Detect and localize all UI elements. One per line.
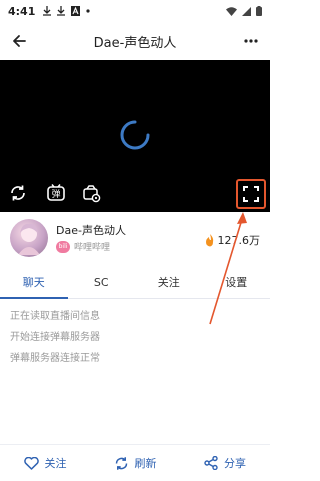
tab-sc[interactable]: SC — [68, 266, 136, 298]
share-label: 分享 — [224, 457, 246, 470]
chat-message: 正在读取直播间信息 — [10, 311, 100, 322]
fullscreen-icon — [243, 186, 259, 202]
loading-spinner-icon — [120, 120, 150, 150]
bottom-action-bar: 关注 刷新 分享 — [0, 444, 270, 481]
player-settings-button[interactable] — [80, 182, 102, 204]
flame-icon — [205, 233, 213, 246]
streamer-name: Dae-声色动人 — [56, 224, 126, 237]
refresh-icon — [11, 185, 25, 201]
chat-message: 弹幕服务器连接正常 — [10, 353, 100, 364]
share-icon — [204, 456, 218, 470]
more-button[interactable] — [232, 22, 270, 60]
platform-badge: bili — [56, 240, 70, 253]
arrow-left-icon — [13, 35, 26, 47]
refresh-icon — [115, 456, 127, 470]
back-button[interactable] — [0, 22, 38, 60]
status-bar: 4:41 — [0, 0, 270, 22]
chat-message-list: 正在读取直播间信息 开始连接弹幕服务器 弹幕服务器连接正常 — [10, 306, 260, 369]
popularity-count: 127.6万 — [217, 234, 261, 247]
download-icon — [57, 6, 66, 16]
svg-text:弹: 弹 — [51, 188, 60, 200]
battery-icon — [256, 6, 262, 16]
status-notification-icons — [43, 6, 90, 16]
status-system-icons — [226, 6, 262, 16]
avatar[interactable] — [10, 219, 48, 257]
popularity: 127.6万 — [205, 232, 261, 248]
dot-icon — [86, 9, 90, 13]
tab-chat[interactable]: 聊天 — [0, 266, 68, 299]
tab-settings[interactable]: 设置 — [203, 266, 271, 298]
danmaku-toggle-button[interactable]: 弹 — [45, 182, 67, 204]
share-button[interactable]: 分享 — [180, 445, 270, 481]
tab-follow[interactable]: 关注 — [135, 266, 203, 298]
more-vertical-icon — [244, 39, 258, 43]
fullscreen-button[interactable] — [236, 179, 266, 209]
video-player[interactable] — [0, 60, 270, 212]
wifi-icon — [226, 6, 237, 16]
settings-icon — [82, 184, 100, 202]
danmaku-toggle-icon: 弹 — [47, 184, 65, 201]
avatar-illustration — [18, 223, 40, 255]
follow-button[interactable]: 关注 — [0, 445, 90, 481]
download-icon — [43, 6, 52, 16]
follow-label: 关注 — [44, 457, 67, 470]
platform-name: 哔哩哔哩 — [74, 243, 111, 253]
streamer-info: Dae-声色动人 bili 哔哩哔哩 127.6万 — [0, 212, 270, 266]
status-time: 4:41 — [8, 4, 36, 18]
chat-message: 开始连接弹幕服务器 — [10, 332, 100, 343]
platform-row: bili 哔哩哔哩 — [56, 240, 110, 253]
refresh-button[interactable]: 刷新 — [90, 445, 180, 481]
tab-bar: 聊天 SC 关注 设置 — [0, 266, 270, 299]
signal-icon — [242, 6, 251, 16]
app-bar: Dae-声色动人 — [0, 22, 270, 60]
refresh-player-button[interactable] — [7, 182, 29, 204]
heart-icon — [23, 456, 39, 470]
font-icon — [71, 6, 81, 16]
refresh-label: 刷新 — [134, 457, 157, 470]
page-title: Dae-声色动人 — [93, 35, 177, 51]
